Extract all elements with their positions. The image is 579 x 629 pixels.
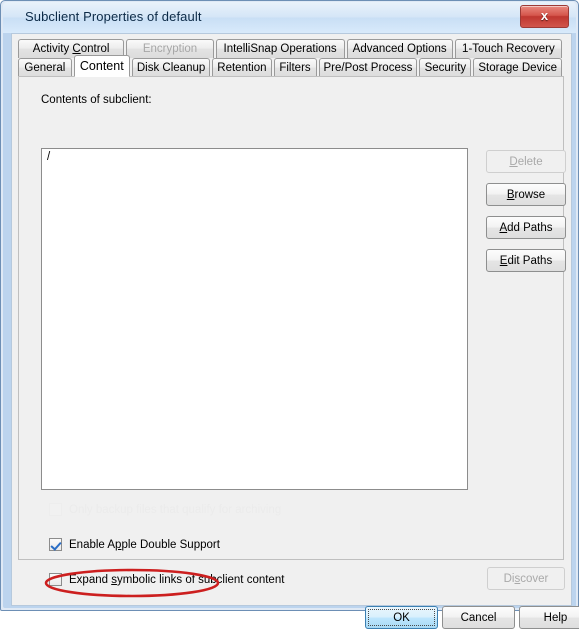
tab-label: Retention (217, 62, 267, 74)
button-label: Add Paths (499, 221, 553, 234)
tab-filters[interactable]: Filters (273, 58, 317, 77)
dialog-window: Subclient Properties of default x Activi… (0, 0, 579, 629)
tab-label: Pre/Post Process (323, 62, 413, 74)
contents-of-subclient-label: Contents of subclient: (41, 94, 152, 106)
tab-label: Encryption (142, 43, 198, 55)
tab-label: Content (79, 59, 124, 73)
button-label: OK (393, 611, 410, 624)
tab-storage-device[interactable]: Storage Device (473, 58, 563, 77)
button-label: Help (543, 611, 568, 624)
tab-disk-cleanup[interactable]: Disk Cleanup (131, 58, 211, 77)
add-paths-button[interactable]: Add Paths (486, 216, 566, 239)
close-button[interactable]: x (520, 5, 569, 28)
checkbox-row-expand-symbolic-links[interactable]: Expand symbolic links of subclient conte… (49, 573, 284, 586)
tab-security[interactable]: Security (419, 58, 472, 77)
checkbox-label: Expand symbolic links of subclient conte… (69, 573, 285, 586)
window-title: Subclient Properties of default (25, 9, 202, 24)
tab-retention[interactable]: Retention (212, 58, 272, 77)
subclient-content-listbox[interactable]: / (41, 148, 468, 490)
button-label: Browse (506, 188, 546, 201)
button-label: Edit Paths (499, 254, 553, 267)
tab-label: Advanced Options (352, 43, 447, 55)
discover-button: Discover (487, 567, 565, 590)
tab-label: IntelliSnap Operations (223, 43, 337, 55)
dialog-client-area: Activity Control Encryption IntelliSnap … (11, 33, 579, 629)
tab-advanced-options[interactable]: Advanced Options (346, 39, 453, 58)
checkbox-label: Enable Apple Double Support (69, 538, 220, 551)
button-label: Cancel (460, 611, 497, 624)
tab-label: Security (424, 62, 467, 74)
list-item[interactable]: / (42, 149, 467, 164)
tab-content[interactable]: Content (73, 55, 130, 77)
tab-label: 1-Touch Recovery (462, 43, 555, 55)
button-label: Discover (503, 572, 549, 585)
content-tab-panel: Contents of subclient: / Delete Browse A… (18, 76, 566, 598)
checkbox-box-icon[interactable] (49, 573, 62, 586)
tab-label: Disk Cleanup (136, 62, 206, 74)
checkbox-label: Only backup files that qualify for archi… (69, 503, 282, 516)
tab-general[interactable]: General (18, 58, 72, 77)
checkbox-row-only-backup-qualify-archiving: Only backup files that qualify for archi… (49, 503, 281, 516)
tab-pre-post-process[interactable]: Pre/Post Process (318, 58, 418, 77)
close-x-icon: x (540, 8, 549, 23)
cancel-button[interactable]: Cancel (442, 606, 515, 629)
tab-label: General (24, 62, 66, 74)
tab-strip: Activity Control Encryption IntelliSnap … (18, 39, 564, 77)
help-button[interactable]: Help (519, 606, 579, 629)
checkbox-row-enable-apple-double-support[interactable]: Enable Apple Double Support (49, 538, 220, 551)
tab-1-touch-recovery[interactable]: 1-Touch Recovery (454, 39, 562, 58)
tab-intellisnap-operations[interactable]: IntelliSnap Operations (215, 39, 345, 58)
tab-label: Activity Control (32, 43, 110, 55)
tab-encryption: Encryption (126, 39, 214, 58)
tab-row-lower: General Content Disk Cleanup Retention F… (18, 55, 564, 77)
delete-button: Delete (486, 150, 566, 173)
window-frame-inner: Subclient Properties of default x Activi… (3, 2, 579, 629)
button-label: Delete (509, 155, 543, 168)
edit-paths-button[interactable]: Edit Paths (486, 249, 566, 272)
checkbox-box-icon (49, 503, 62, 516)
title-bar[interactable]: Subclient Properties of default x (3, 2, 576, 33)
checkmark-icon[interactable] (49, 538, 62, 551)
browse-button[interactable]: Browse (486, 183, 566, 206)
tab-label: Filters (279, 62, 311, 74)
tab-label: Storage Device (478, 62, 558, 74)
ok-button[interactable]: OK (365, 606, 438, 629)
